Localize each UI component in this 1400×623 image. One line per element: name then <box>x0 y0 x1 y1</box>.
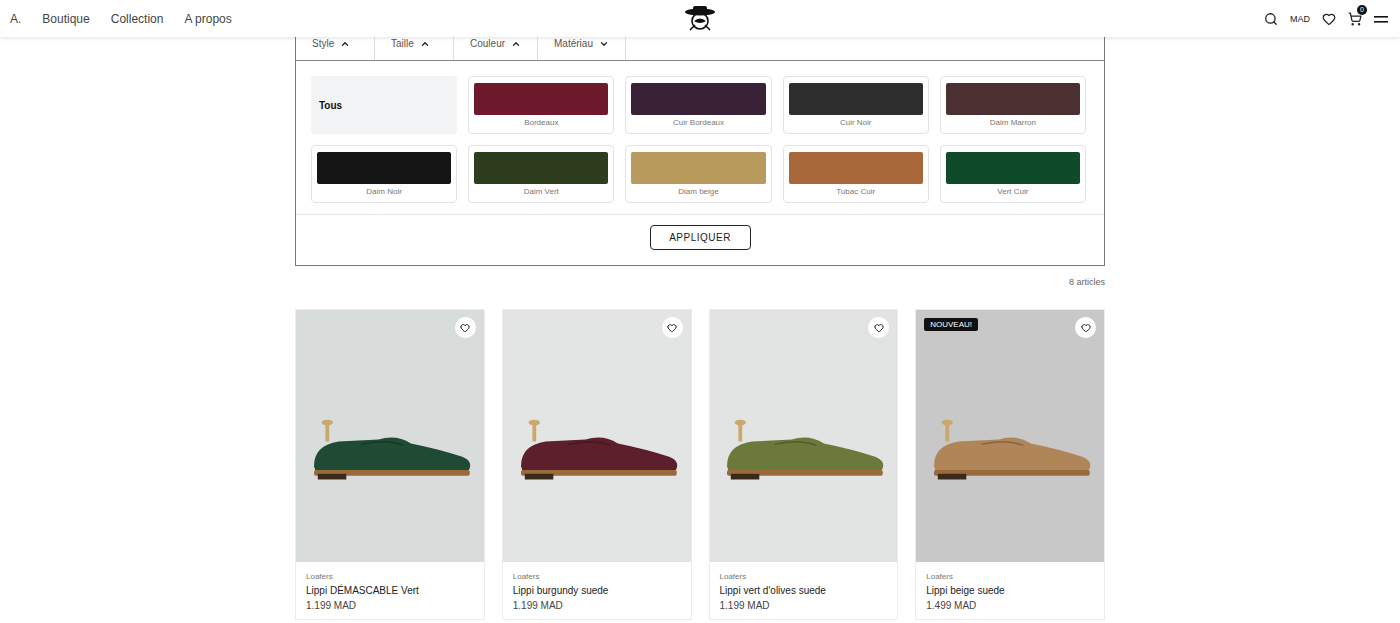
product-card[interactable]: Loafers Lippi vert d'olives suede 1.199 MA… <box>709 309 899 620</box>
color-label: Cuir Noir <box>789 118 923 127</box>
product-category: Loafers <box>513 572 681 581</box>
filter-tabs: StyleTailleCouleurMatériau <box>296 37 1104 61</box>
color-swatch <box>946 83 1080 115</box>
cart-button[interactable]: 0 <box>1348 12 1362 26</box>
color-label: Diam beige <box>631 187 765 196</box>
color-option[interactable]: Bordeaux <box>468 76 614 134</box>
loafer-icon <box>304 413 476 489</box>
color-label: Daim Noir <box>317 187 451 196</box>
product-card[interactable]: NOUVEAU! Loafers Lippi beige suede 1.499 MA… <box>915 309 1105 620</box>
color-swatch <box>789 83 923 115</box>
product-image[interactable] <box>503 310 691 562</box>
product-price: 1.199 MAD <box>720 600 888 611</box>
color-option[interactable]: Daim Marron <box>940 76 1086 134</box>
loafer-icon <box>717 413 889 489</box>
color-options: Tous Bordeaux Cuir Bordeaux Cuir Noir Daim M… <box>296 61 1104 215</box>
all-colors-option[interactable]: Tous <box>311 76 457 134</box>
chevron-up-icon <box>420 39 430 49</box>
product-info: Loafers Lippi vert d'olives suede 1.199 MA… <box>710 562 898 619</box>
product-info: Loafers Lippi DÉMASCABLE Vert 1.199 MAD <box>296 562 484 619</box>
product-image[interactable]: NOUVEAU! <box>916 310 1104 562</box>
heart-icon <box>460 323 470 333</box>
loafer-icon <box>511 413 683 489</box>
wishlist-icon[interactable] <box>1322 12 1336 26</box>
favorite-button[interactable] <box>1075 317 1096 338</box>
favorite-button[interactable] <box>662 317 683 338</box>
color-swatch <box>789 152 923 184</box>
product-name[interactable]: Lippi beige suede <box>926 585 1094 596</box>
product-category: Loafers <box>720 572 888 581</box>
logo-icon[interactable] <box>681 4 719 34</box>
header-tools: MAD 0 <box>719 12 1390 26</box>
product-info: Loafers Lippi burgundy suede 1.199 MAD <box>503 562 691 619</box>
color-label: Cuir Bordeaux <box>631 118 765 127</box>
chevron-up-icon <box>511 39 521 49</box>
chevron-down-icon <box>599 39 609 49</box>
heart-icon <box>667 323 677 333</box>
color-label: Tubac Cuir <box>789 187 923 196</box>
product-name[interactable]: Lippi vert d'olives suede <box>720 585 888 596</box>
filter-tab[interactable]: Matériau <box>538 37 626 60</box>
logo[interactable] <box>681 4 719 34</box>
color-swatch <box>946 152 1080 184</box>
color-label: Bordeaux <box>474 118 608 127</box>
currency-selector[interactable]: MAD <box>1290 14 1310 24</box>
apply-button[interactable]: APPLIQUER <box>650 225 751 250</box>
nav-link[interactable]: Boutique <box>42 12 89 26</box>
nav-link[interactable]: A propos <box>184 12 231 26</box>
color-swatch <box>631 152 765 184</box>
color-option[interactable]: Diam beige <box>625 145 771 203</box>
chevron-up-icon <box>340 39 350 49</box>
menu-icon[interactable] <box>1374 14 1388 24</box>
heart-icon <box>874 323 884 333</box>
color-swatch <box>317 152 451 184</box>
color-label: Daim Marron <box>946 118 1080 127</box>
product-category: Loafers <box>306 572 474 581</box>
color-label: Daim Vert <box>474 187 608 196</box>
results-count: 8 articles <box>295 277 1105 287</box>
site-header: A. Boutique Collection A propos MAD 0 <box>0 0 1400 37</box>
loafer-icon <box>924 413 1096 489</box>
filter-tab[interactable]: Taille <box>375 37 454 60</box>
color-option[interactable]: Daim Noir <box>311 145 457 203</box>
product-card[interactable]: Loafers Lippi burgundy suede 1.199 MAD <box>502 309 692 620</box>
favorite-button[interactable] <box>868 317 889 338</box>
product-price: 1.199 MAD <box>513 600 681 611</box>
product-image[interactable] <box>296 310 484 562</box>
page: A. Boutique Collection A propos MAD 0 StyleTai… <box>0 0 1400 623</box>
color-swatch <box>474 83 608 115</box>
color-option[interactable]: Cuir Bordeaux <box>625 76 771 134</box>
product-price: 1.199 MAD <box>306 600 474 611</box>
color-option[interactable]: Cuir Noir <box>783 76 929 134</box>
favorite-button[interactable] <box>455 317 476 338</box>
main-nav: A. Boutique Collection A propos <box>10 12 681 26</box>
new-badge: NOUVEAU! <box>924 318 978 331</box>
product-name[interactable]: Lippi burgundy suede <box>513 585 681 596</box>
color-option[interactable]: Vert Cuir <box>940 145 1086 203</box>
product-name[interactable]: Lippi DÉMASCABLE Vert <box>306 585 474 596</box>
color-option[interactable]: Tubac Cuir <box>783 145 929 203</box>
catalog: StyleTailleCouleurMatériau Tous Bordeaux Cu… <box>295 37 1105 620</box>
product-card[interactable]: Loafers Lippi DÉMASCABLE Vert 1.199 MAD <box>295 309 485 620</box>
heart-icon <box>1081 323 1091 333</box>
product-info: Loafers Lippi beige suede 1.499 MAD <box>916 562 1104 619</box>
filter-tab[interactable]: Couleur <box>454 37 538 60</box>
product-grid: LoafersLippi DÉMASCABLE Vert1.199 MADLoa… <box>295 309 1105 620</box>
color-option[interactable]: Daim Vert <box>468 145 614 203</box>
color-swatch <box>631 83 765 115</box>
filter-tab[interactable]: Style <box>296 37 375 60</box>
product-price: 1.499 MAD <box>926 600 1094 611</box>
apply-row: APPLIQUER <box>296 215 1104 265</box>
product-image[interactable] <box>710 310 898 562</box>
product-category: Loafers <box>926 572 1094 581</box>
nav-link[interactable]: Collection <box>111 12 164 26</box>
brand-link[interactable]: A. <box>10 12 21 26</box>
search-icon[interactable] <box>1264 12 1278 26</box>
color-swatch <box>474 152 608 184</box>
color-label: Vert Cuir <box>946 187 1080 196</box>
filter-panel: StyleTailleCouleurMatériau Tous Bordeaux Cu… <box>295 37 1105 266</box>
cart-count: 0 <box>1357 5 1367 15</box>
